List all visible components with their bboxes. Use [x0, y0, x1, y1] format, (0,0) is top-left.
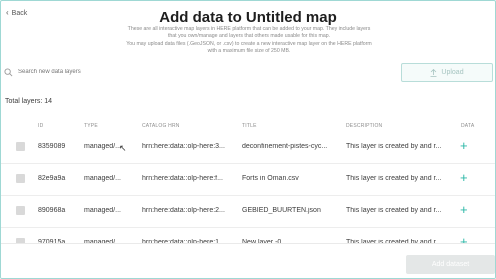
cell-description: This layer is created by and r... — [346, 143, 442, 150]
table-header: ID TYPE CATALOG HRN TITLE DESCRIPTION DA… — [1, 120, 495, 132]
search-bar — [4, 64, 295, 80]
search-input[interactable] — [18, 69, 278, 75]
row-checkbox[interactable] — [16, 174, 25, 183]
table-row[interactable]: 82e9a9a managed/... hrn:here:data::olp-h… — [1, 164, 495, 196]
cell-id: 890968a — [38, 207, 66, 214]
cell-description: This layer is created by and r... — [346, 207, 442, 214]
column-header-id: ID — [38, 123, 44, 129]
add-layer-plus-icon[interactable]: + — [460, 170, 468, 186]
table-row[interactable]: 890968a managed/... hrn:here:data::olp-h… — [1, 196, 495, 228]
page-title: Add data to Untitled map — [159, 9, 337, 26]
column-header-data: DATA — [461, 123, 475, 129]
table-row[interactable]: 8359089 managed/... hrn:here:data::olp-h… — [1, 132, 495, 164]
description-line: These are all interactive map layers in … — [127, 26, 371, 32]
upload-label: Upload — [441, 69, 464, 76]
upload-icon — [430, 68, 437, 77]
add-dataset-button[interactable]: Add dataset — [406, 255, 495, 274]
cell-type: managed/... — [84, 143, 121, 150]
column-header-catalog-hrn: CATALOG HRN — [142, 123, 180, 129]
cell-title: deconfinement-pistes-cyc... — [242, 143, 328, 150]
column-header-title: TITLE — [242, 123, 257, 129]
row-checkbox[interactable] — [16, 206, 25, 215]
description-line: that you own/manage and layers that othe… — [167, 33, 331, 40]
dialog-footer: Add dataset — [1, 243, 495, 278]
add-layer-plus-icon[interactable]: + — [460, 138, 468, 154]
page-description: These are all interactive map layers in … — [111, 26, 387, 56]
cell-catalog-hrn: hrn:here:data::olp-here:2... — [142, 207, 225, 214]
cell-catalog-hrn: hrn:here:data::olp-here:3... — [142, 143, 225, 150]
mouse-pointer-icon: ↖ — [119, 143, 127, 153]
cell-title: GEBIED_BUURTEN.json — [242, 207, 321, 214]
cell-type: managed/... — [84, 175, 121, 182]
description-line: You may upload data files (.GeoJSON, or … — [126, 40, 372, 47]
column-header-description: DESCRIPTION — [346, 123, 383, 129]
add-layer-plus-icon[interactable]: + — [460, 202, 468, 218]
row-checkbox[interactable] — [16, 142, 25, 151]
cell-id: 8359089 — [38, 143, 66, 150]
total-layers-count: Total layers: 14 — [5, 98, 53, 105]
cell-id: 82e9a9a — [38, 175, 66, 182]
add-data-dialog: ‹ Back Add data to Untitled map These ar… — [0, 0, 496, 279]
description-line: with a maximum file size of 250 MB. — [207, 48, 291, 55]
cell-catalog-hrn: hrn:here:data::olp-here:f... — [142, 175, 223, 182]
cell-type: managed/... — [84, 207, 121, 214]
upload-button[interactable]: Upload — [401, 63, 493, 82]
cell-description: This layer is created by and r... — [346, 175, 442, 182]
cell-title: Forts in Oman.csv — [242, 175, 299, 182]
layers-table: ID TYPE CATALOG HRN TITLE DESCRIPTION DA… — [1, 120, 495, 260]
column-header-type: TYPE — [84, 123, 98, 129]
search-icon — [4, 67, 13, 76]
